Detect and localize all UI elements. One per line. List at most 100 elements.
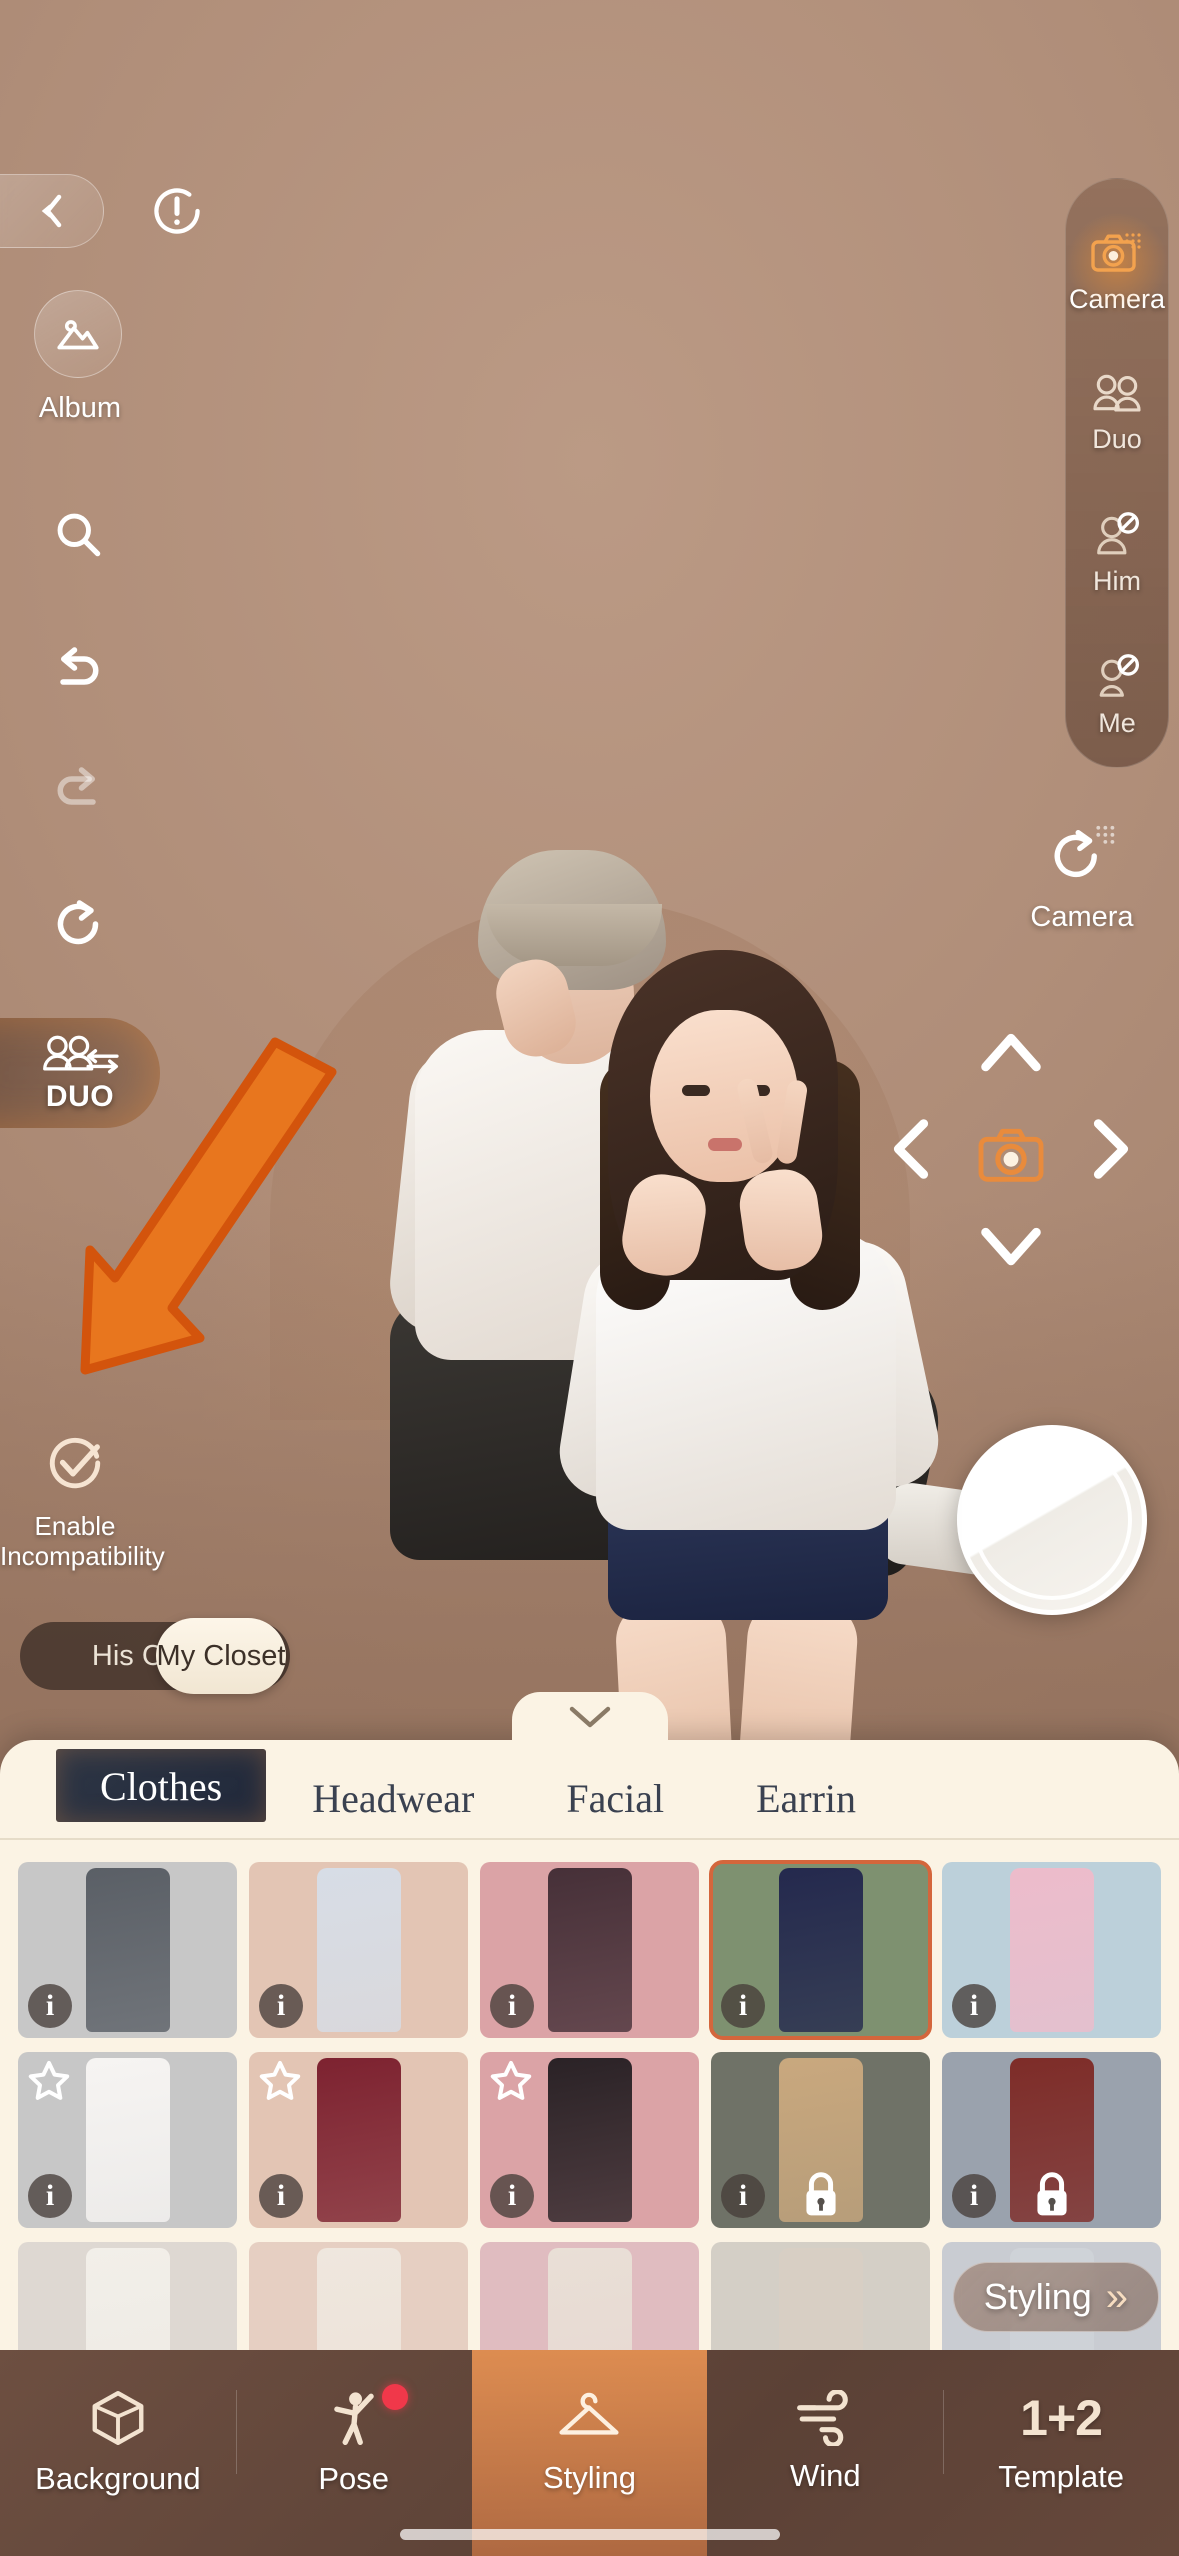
favorite-star-icon[interactable] (488, 2058, 534, 2104)
clothes-item[interactable]: i (480, 2052, 699, 2228)
tab-facial[interactable]: Facial (520, 1775, 710, 1822)
mode-label-me: Me (1098, 707, 1136, 738)
chevron-left-icon[interactable] (873, 1111, 949, 1187)
favorite-star-icon[interactable] (257, 2058, 303, 2104)
item-info-badge[interactable]: i (28, 1984, 72, 2028)
clothes-item[interactable] (480, 2242, 699, 2350)
clothes-item[interactable]: i (249, 1862, 468, 2038)
mode-panel[interactable]: Camera Duo Him Me (1063, 178, 1171, 768)
clothes-item[interactable]: i (480, 1862, 699, 2038)
chevron-down-icon[interactable] (973, 1207, 1049, 1283)
garment-thumbnail (778, 1868, 863, 2032)
two-people-icon (1093, 374, 1141, 412)
category-tabs[interactable]: Clothes Headwear Facial Earrin (0, 1740, 1179, 1822)
enable-incompatibility-toggle[interactable]: Enable Incompatibility (0, 1432, 165, 1572)
reset-button[interactable] (34, 880, 122, 968)
favorite-star-icon[interactable] (26, 2058, 72, 2104)
lock-icon (805, 2172, 836, 2216)
nav-item-background[interactable]: Background (0, 2350, 236, 2556)
item-info-badge[interactable]: i (721, 1984, 765, 2028)
closet-toggle[interactable]: His Closet My Closet (20, 1618, 290, 1694)
shutter-button[interactable] (957, 1425, 1147, 1615)
item-info-badge[interactable]: i (28, 2174, 72, 2218)
mode-label-him: Him (1093, 566, 1141, 597)
item-info-badge[interactable]: i (259, 2174, 303, 2218)
clothes-item[interactable]: i (18, 1862, 237, 2038)
mode-item-me[interactable]: Me (1066, 626, 1168, 768)
duo-label: DUO (45, 1080, 115, 1113)
clothes-item[interactable]: i (18, 2052, 237, 2228)
clothes-item[interactable]: i (942, 1862, 1161, 2038)
chevron-up-icon[interactable] (973, 1013, 1049, 1089)
tab-earrings[interactable]: Earrin (710, 1775, 902, 1822)
bottom-navigation[interactable]: Background Pose Styling Wind 1+2 Templat… (0, 2350, 1179, 2556)
rotate-reset-icon (57, 900, 99, 945)
search-button[interactable] (34, 490, 122, 578)
undo-arrow-icon (60, 647, 99, 685)
camera-icon (1091, 233, 1141, 272)
nav-label-template: Template (998, 2459, 1124, 2494)
nav-item-wind[interactable]: Wind (707, 2350, 943, 2556)
back-button[interactable] (0, 174, 104, 248)
clothes-item[interactable]: i (709, 1860, 932, 2040)
tab-clothes[interactable]: Clothes (56, 1749, 267, 1822)
nav-label-pose: Pose (318, 2461, 390, 2496)
clothes-item[interactable]: i (942, 2052, 1161, 2228)
chevron-down-icon (569, 1706, 610, 1728)
nav-item-template[interactable]: 1+2 Template (943, 2350, 1179, 2556)
mode-item-him[interactable]: Him (1066, 484, 1168, 626)
person-male-blocked-icon (1097, 512, 1140, 555)
duo-toggle-button[interactable]: DUO (0, 1018, 160, 1128)
incompatibility-label-line2: Incompatibility (0, 1541, 165, 1572)
my-closet-option[interactable]: My Closet (156, 1618, 286, 1694)
item-info-badge[interactable]: i (952, 2174, 996, 2218)
clothes-item[interactable] (249, 2242, 468, 2350)
redo-button[interactable] (34, 745, 122, 833)
item-info-badge[interactable]: i (721, 2174, 765, 2218)
item-info-badge[interactable]: i (952, 1984, 996, 2028)
garment-thumbnail (1009, 1868, 1094, 2032)
item-info-badge[interactable]: i (490, 1984, 534, 2028)
exclamation-circle-icon (154, 188, 200, 234)
hanger-icon (559, 2392, 620, 2435)
nav-item-styling[interactable]: Styling (471, 2350, 708, 2556)
album-button[interactable] (34, 290, 122, 378)
nav-item-pose[interactable]: Pose (235, 2350, 472, 2556)
warning-button[interactable] (148, 182, 206, 240)
home-indicator (399, 2529, 780, 2540)
undo-button[interactable] (34, 625, 122, 713)
clothes-item[interactable] (18, 2242, 237, 2350)
female-eye-left (682, 1085, 710, 1096)
camera-reset-button[interactable]: Camera (1007, 820, 1157, 934)
one-plus-two-icon: 1+2 (1020, 2390, 1103, 2446)
dpad-center-camera-button[interactable] (969, 1113, 1053, 1197)
garment-thumbnail (316, 1868, 401, 2032)
camera-reset-label: Camera (1030, 901, 1134, 933)
tabs-divider (0, 1838, 1179, 1840)
item-info-badge[interactable]: i (259, 1984, 303, 2028)
clothes-item[interactable]: i (711, 2052, 930, 2228)
nav-label-styling: Styling (542, 2460, 637, 2495)
two-people-swap-icon (43, 1035, 119, 1074)
female-lips (708, 1138, 742, 1151)
image-icon (57, 320, 99, 350)
chevron-right-icon[interactable] (1073, 1111, 1149, 1187)
styling-button-label: Styling (983, 2276, 1092, 2317)
tab-headwear[interactable]: Headwear (266, 1775, 520, 1822)
item-info-badge[interactable]: i (490, 2174, 534, 2218)
lock-icon (1036, 2172, 1067, 2216)
chevron-left-icon (41, 194, 62, 228)
mode-item-camera[interactable]: Camera (1063, 201, 1171, 343)
camera-icon (978, 1128, 1044, 1182)
chevron-double-right-icon: » (1105, 2274, 1128, 2319)
garment-thumbnail (316, 2058, 401, 2222)
nav-label-background: Background (35, 2461, 201, 2496)
female-face (650, 1010, 798, 1182)
clothes-item[interactable] (711, 2242, 930, 2350)
mode-item-duo[interactable]: Duo (1066, 343, 1168, 485)
styling-expand-button[interactable]: Styling » (952, 2262, 1159, 2332)
camera-dpad[interactable] (881, 1025, 1141, 1285)
check-circle-icon (49, 1437, 101, 1489)
clothes-item[interactable]: i (249, 2052, 468, 2228)
pose-notification-badge (381, 2384, 408, 2410)
